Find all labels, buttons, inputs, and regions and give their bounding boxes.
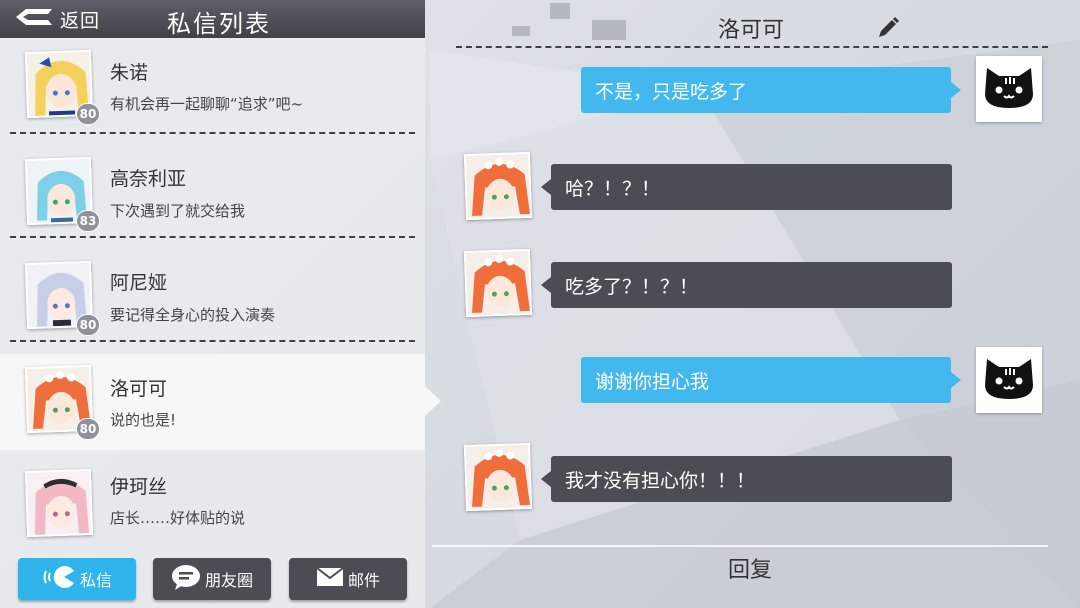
pacman-chat-icon bbox=[42, 565, 76, 593]
contact-avatar bbox=[463, 248, 533, 318]
message-bubble-sent: 谢谢你担心我 bbox=[581, 357, 961, 403]
tab-mail[interactable]: 邮件 bbox=[289, 558, 407, 600]
avatar: 80 bbox=[24, 364, 100, 440]
back-button[interactable]: 返回 bbox=[14, 6, 100, 32]
contact-name: 朱诺 bbox=[110, 62, 149, 84]
level-badge: 80 bbox=[76, 314, 100, 336]
contact-avatar bbox=[463, 151, 533, 221]
envelope-icon bbox=[316, 567, 344, 591]
pencil-icon[interactable] bbox=[876, 16, 900, 44]
tab-moments[interactable]: 朋友圈 bbox=[153, 558, 271, 600]
divider bbox=[10, 340, 415, 342]
contact-list: 80 朱诺 有机会再一起聊聊“追求”吧~ 83 高奈利亚 下次遇到了就交给我 8… bbox=[0, 38, 425, 543]
contact-item-ikes[interactable]: 伊珂丝 店长……好体贴的说 bbox=[0, 452, 425, 543]
avatar: 80 bbox=[24, 260, 100, 336]
avatar: 80 bbox=[24, 49, 100, 125]
contact-avatar bbox=[24, 468, 94, 538]
contact-item-rococo[interactable]: 80 洛可可 说的也是! bbox=[0, 354, 425, 450]
tab-label: 朋友圈 bbox=[204, 571, 253, 590]
black-cat-icon bbox=[979, 62, 1039, 116]
contact-name: 高奈利亚 bbox=[110, 168, 187, 190]
level-badge: 83 bbox=[76, 210, 100, 232]
contact-name: 洛可可 bbox=[110, 378, 168, 400]
active-contact-pointer bbox=[425, 386, 441, 416]
list-title: 私信列表 bbox=[167, 10, 271, 38]
avatar: 83 bbox=[24, 156, 100, 232]
black-cat-icon bbox=[979, 353, 1039, 407]
tab-label: 邮件 bbox=[347, 571, 380, 590]
speech-bubble-icon bbox=[171, 564, 201, 594]
contact-item-cornelia[interactable]: 83 高奈利亚 下次遇到了就交给我 bbox=[0, 134, 425, 238]
bottom-tab-bar: 私信 朋友圈 邮件 bbox=[0, 548, 425, 608]
contact-last-message: 要记得全身心的投入演奏 bbox=[110, 306, 276, 324]
level-badge: 80 bbox=[76, 418, 100, 440]
contact-last-message: 下次遇到了就交给我 bbox=[110, 202, 246, 220]
contact-last-message: 店长……好体贴的说 bbox=[110, 509, 246, 527]
contact-name: 伊珂丝 bbox=[110, 476, 168, 498]
divider bbox=[456, 46, 1048, 48]
back-label: 返回 bbox=[60, 9, 101, 32]
message-bubble-received: 吃多了？！？！ bbox=[541, 262, 952, 308]
my-avatar bbox=[976, 347, 1042, 413]
contact-name: 阿尼娅 bbox=[110, 272, 168, 294]
contact-avatar bbox=[463, 442, 533, 512]
divider bbox=[432, 545, 1048, 547]
contact-last-message: 说的也是! bbox=[110, 411, 177, 429]
contact-last-message: 有机会再一起聊聊“追求”吧~ bbox=[110, 95, 304, 113]
contact-item-anya[interactable]: 80 阿尼娅 要记得全身心的投入演奏 bbox=[0, 238, 425, 342]
message-bubble-sent: 不是，只是吃多了 bbox=[581, 67, 961, 113]
my-avatar bbox=[976, 56, 1042, 122]
tab-label: 私信 bbox=[79, 571, 112, 590]
level-badge: 80 bbox=[76, 103, 100, 125]
message-bubble-received: 哈？！？！ bbox=[541, 164, 952, 210]
message-bubble-received: 我才没有担心你！！！ bbox=[541, 456, 952, 502]
reply-button[interactable]: 回复 bbox=[700, 551, 800, 585]
avatar bbox=[24, 468, 94, 540]
back-arrow-icon bbox=[14, 7, 54, 31]
chat-title: 洛可可 bbox=[718, 18, 785, 43]
contact-item-juno[interactable]: 80 朱诺 有机会再一起聊聊“追求”吧~ bbox=[0, 38, 425, 134]
conversation-list-panel: 返回 私信列表 80 朱诺 有机会再一起聊聊“追求”吧~ 83 高奈利亚 下次遇… bbox=[0, 0, 425, 608]
chat-header: 洛可可 bbox=[456, 0, 1048, 50]
list-header: 返回 私信列表 bbox=[0, 0, 425, 38]
tab-private-messages[interactable]: 私信 bbox=[18, 558, 136, 600]
